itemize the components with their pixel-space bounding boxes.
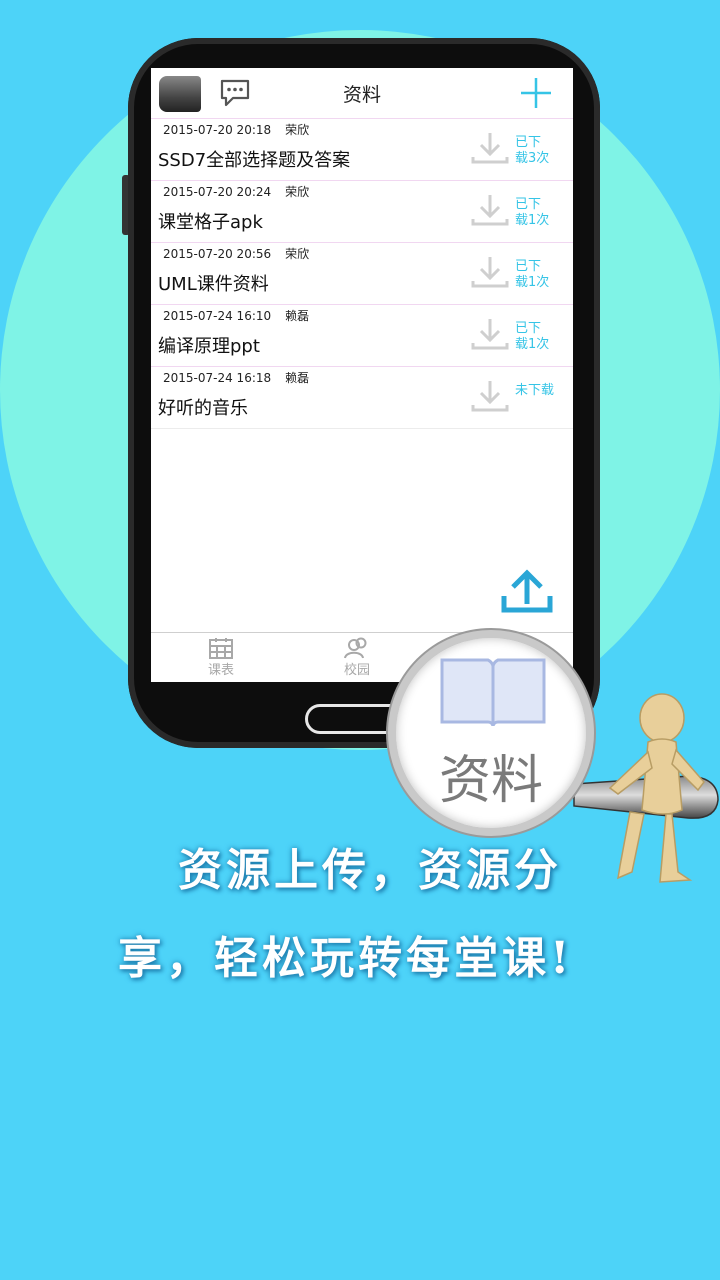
tab-label: 课表 bbox=[207, 663, 234, 678]
item-meta: 2015-07-20 20:18 荣欣 bbox=[163, 121, 309, 138]
item-date: 2015-07-24 16:10 bbox=[163, 309, 272, 323]
download-status: 未下载 bbox=[515, 383, 555, 398]
item-name: UML课件资料 bbox=[158, 274, 269, 295]
item-meta: 2015-07-20 20:56 荣欣 bbox=[163, 245, 309, 262]
upload-icon[interactable] bbox=[501, 568, 553, 614]
item-name: SSD7全部选择题及答案 bbox=[158, 150, 351, 171]
magnifier-label: 资料 bbox=[438, 751, 543, 811]
download-icon[interactable] bbox=[471, 193, 509, 227]
item-name: 好听的音乐 bbox=[158, 398, 248, 419]
item-meta: 2015-07-20 20:24 荣欣 bbox=[163, 183, 309, 200]
3d-figure-illustration bbox=[608, 693, 705, 883]
list-item[interactable]: 2015-07-24 16:18 赖磊 好听的音乐 未下载 bbox=[151, 366, 573, 428]
list-item[interactable]: 2015-07-20 20:18 荣欣 SSD7全部选择题及答案 已下 载3次 bbox=[151, 118, 573, 180]
list-item[interactable]: 2015-07-20 20:24 荣欣 课堂格子apk 已下 载1次 bbox=[151, 180, 573, 242]
page-title: 资料 bbox=[342, 84, 381, 106]
item-author: 赖磊 bbox=[285, 371, 310, 385]
list-divider bbox=[151, 428, 573, 429]
file-list: 2015-07-20 20:18 荣欣 SSD7全部选择题及答案 已下 载3次 20… bbox=[151, 118, 573, 429]
phone-screen: 资料 2015-07-20 20:18 荣欣 SSD7全部选择题及答案 已下 载3次… bbox=[151, 68, 573, 682]
download-status: 已下 载3次 bbox=[515, 135, 550, 166]
tab-label: 校园 bbox=[343, 663, 370, 678]
item-meta: 2015-07-24 16:18 赖磊 bbox=[163, 369, 309, 386]
tab-campus[interactable]: 校园 bbox=[327, 637, 387, 678]
download-status: 已下 载1次 bbox=[515, 197, 550, 228]
slogan-line-1: 资源上传，资源分 bbox=[178, 845, 562, 896]
download-icon[interactable] bbox=[471, 379, 509, 413]
download-icon[interactable] bbox=[471, 131, 509, 165]
app-header: 资料 bbox=[151, 68, 573, 118]
item-author: 荣欣 bbox=[285, 185, 310, 199]
book-icon bbox=[440, 658, 546, 726]
item-author: 赖磊 bbox=[285, 309, 310, 323]
magnifier-glass: 资料 bbox=[388, 630, 594, 836]
tab-schedule[interactable]: 课表 bbox=[191, 637, 251, 678]
list-item[interactable]: 2015-07-20 20:56 荣欣 UML课件资料 已下 载1次 bbox=[151, 242, 573, 304]
item-date: 2015-07-20 20:18 bbox=[163, 123, 272, 137]
item-author: 荣欣 bbox=[285, 247, 310, 261]
download-icon[interactable] bbox=[471, 255, 509, 289]
slogan-line-2: 享，轻松玩转每堂课! bbox=[118, 933, 574, 984]
item-date: 2015-07-20 20:24 bbox=[163, 185, 272, 199]
download-status: 已下 载1次 bbox=[515, 259, 550, 290]
item-date: 2015-07-24 16:18 bbox=[163, 371, 272, 385]
item-date: 2015-07-20 20:56 bbox=[163, 247, 272, 261]
item-name: 课堂格子apk bbox=[158, 212, 263, 233]
item-name: 编译原理ppt bbox=[158, 336, 260, 357]
item-meta: 2015-07-24 16:10 赖磊 bbox=[163, 307, 309, 324]
download-status: 已下 载1次 bbox=[515, 321, 550, 352]
item-author: 荣欣 bbox=[285, 123, 310, 137]
download-icon[interactable] bbox=[471, 317, 509, 351]
calendar-icon bbox=[209, 638, 233, 659]
list-item[interactable]: 2015-07-24 16:10 赖磊 编译原理ppt 已下 载1次 bbox=[151, 304, 573, 366]
people-icon bbox=[344, 637, 367, 659]
add-icon[interactable] bbox=[519, 76, 553, 110]
